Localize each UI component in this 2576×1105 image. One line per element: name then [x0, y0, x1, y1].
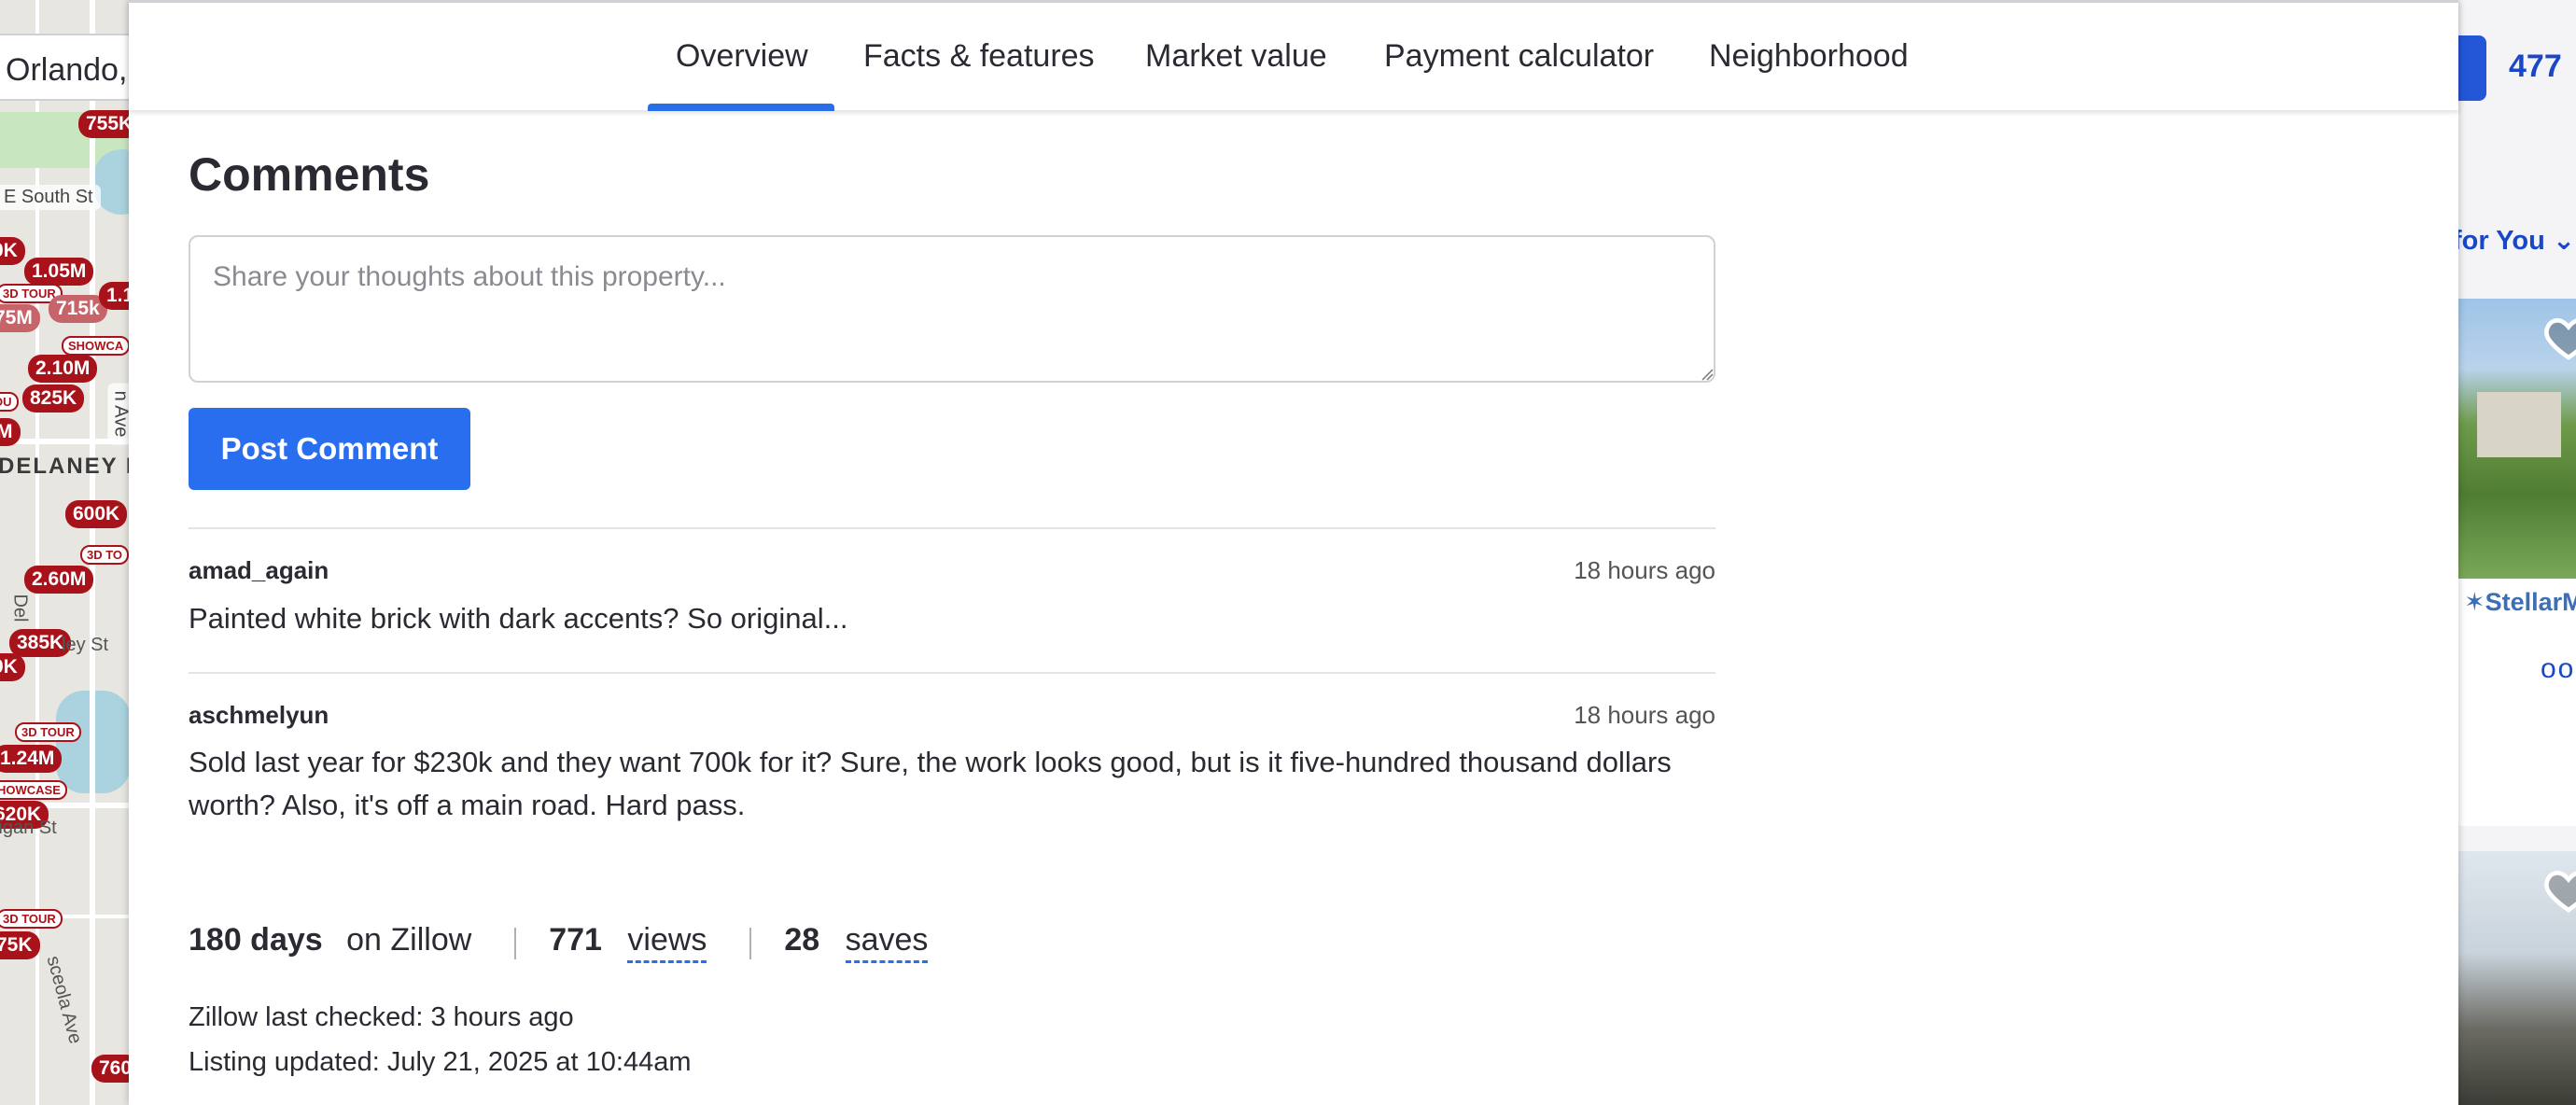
map-price-pin[interactable]: 75M: [0, 304, 40, 332]
sort-label: for You: [2458, 226, 2545, 256]
map-price-pin[interactable]: 0K: [0, 237, 25, 265]
comment-input[interactable]: [189, 235, 1715, 383]
location-search-input[interactable]: Orlando,: [0, 34, 131, 101]
star-icon: ✶: [2464, 588, 2485, 616]
map-price-pin[interactable]: 755K: [78, 110, 131, 138]
stat-separator: [513, 928, 516, 959]
results-count: 477: [2509, 49, 2562, 84]
results-list-background: 477 for You ⌄ ✶StellarML ooo: [2458, 0, 2576, 1105]
views-count: 771: [549, 922, 602, 958]
map-price-pin[interactable]: 600K: [65, 500, 128, 528]
mls-logo: ✶StellarML: [2458, 579, 2576, 625]
listing-updated-text: Listing updated: July 21, 2025 at 10:44a…: [189, 1047, 692, 1077]
mls-logo-text: StellarML: [2485, 588, 2576, 616]
map-price-pin[interactable]: 760: [91, 1055, 131, 1083]
sort-for-you-dropdown[interactable]: for You ⌄: [2458, 224, 2575, 257]
tab-payment-calculator[interactable]: Payment calculator: [1384, 38, 1654, 75]
comment-author[interactable]: aschmelyun: [189, 701, 329, 730]
days-on-zillow: 180 days: [189, 922, 323, 958]
map-street-label: ligan St: [0, 818, 57, 838]
heart-icon[interactable]: [2542, 864, 2576, 916]
heart-icon[interactable]: [2542, 312, 2576, 364]
resize-handle-icon[interactable]: [1701, 368, 1714, 381]
map-price-pin[interactable]: 825K: [22, 385, 85, 413]
post-comment-button[interactable]: Post Comment: [189, 408, 470, 490]
map-street-label: sceola Ave: [42, 953, 86, 1046]
last-checked-text: Zillow last checked: 3 hours ago: [189, 1002, 574, 1032]
map-3d-tour-tag: 3D TOUR: [15, 722, 81, 742]
map-showcase-tag: SHOWCA: [62, 336, 131, 356]
map-price-pin[interactable]: M: [0, 418, 21, 446]
map-price-pin[interactable]: 0K: [0, 653, 25, 681]
saves-link[interactable]: saves: [845, 922, 929, 963]
map-tour-tag: OU: [0, 392, 19, 412]
comment-timestamp: 18 hours ago: [1574, 701, 1715, 729]
map-street-label: ley St: [62, 635, 109, 655]
days-on-zillow-label: on Zillow: [346, 922, 472, 958]
map-price-pin[interactable]: 1.05M: [24, 258, 94, 286]
listing-photo-house: [2477, 392, 2561, 457]
tab-neighborhood[interactable]: Neighborhood: [1709, 38, 1909, 75]
chevron-down-icon: ⌄: [2552, 226, 2576, 256]
map-price-pin[interactable]: 2.60M: [24, 566, 94, 594]
divider: [189, 527, 1715, 529]
saves-count: 28: [784, 922, 820, 958]
comment-text: Sold last year for $230k and they want 7…: [189, 746, 1672, 821]
map-street-label: Del: [9, 594, 31, 622]
map-street-label: n Ave: [107, 383, 131, 445]
map-price-pin[interactable]: 2.10M: [28, 355, 98, 383]
property-details-panel: Overview Facts & features Market value P…: [129, 0, 2458, 1105]
comments-heading: Comments: [189, 148, 430, 201]
section-tab-bar: Overview Facts & features Market value P…: [129, 0, 2458, 111]
map-street-label: E South St: [0, 185, 101, 210]
tab-overview[interactable]: Overview: [676, 38, 808, 75]
search-button[interactable]: [2458, 35, 2486, 101]
views-link[interactable]: views: [627, 922, 707, 963]
comment-text: Painted white brick with dark accents? S…: [189, 602, 848, 635]
active-tab-indicator: [648, 104, 834, 111]
map-background[interactable]: Orlando, 755K E South St 0K 1.05M 3D TOU…: [0, 0, 131, 1105]
map-showcase-tag: HOWCASE: [0, 780, 67, 800]
tab-market-value[interactable]: Market value: [1145, 38, 1327, 75]
stat-separator: [749, 928, 751, 959]
divider: [189, 672, 1715, 674]
map-3d-tour-tag: 3D TO: [80, 545, 130, 565]
map-neighborhood-label: DELANEY P: [0, 454, 131, 479]
comment-timestamp: 18 hours ago: [1574, 556, 1715, 584]
more-options-icon[interactable]: ooo: [2541, 653, 2576, 685]
map-price-pin[interactable]: 1.24M: [0, 745, 63, 773]
comment-author[interactable]: amad_again: [189, 556, 329, 585]
map-3d-tour-tag: 3D TOUR: [0, 909, 63, 929]
tab-facts-features[interactable]: Facts & features: [863, 38, 1095, 75]
map-price-pin[interactable]: 1.1: [99, 282, 131, 310]
listing-stats: 180 days on Zillow 771 views 28 saves: [189, 922, 929, 963]
map-price-pin[interactable]: 75K: [0, 931, 40, 959]
